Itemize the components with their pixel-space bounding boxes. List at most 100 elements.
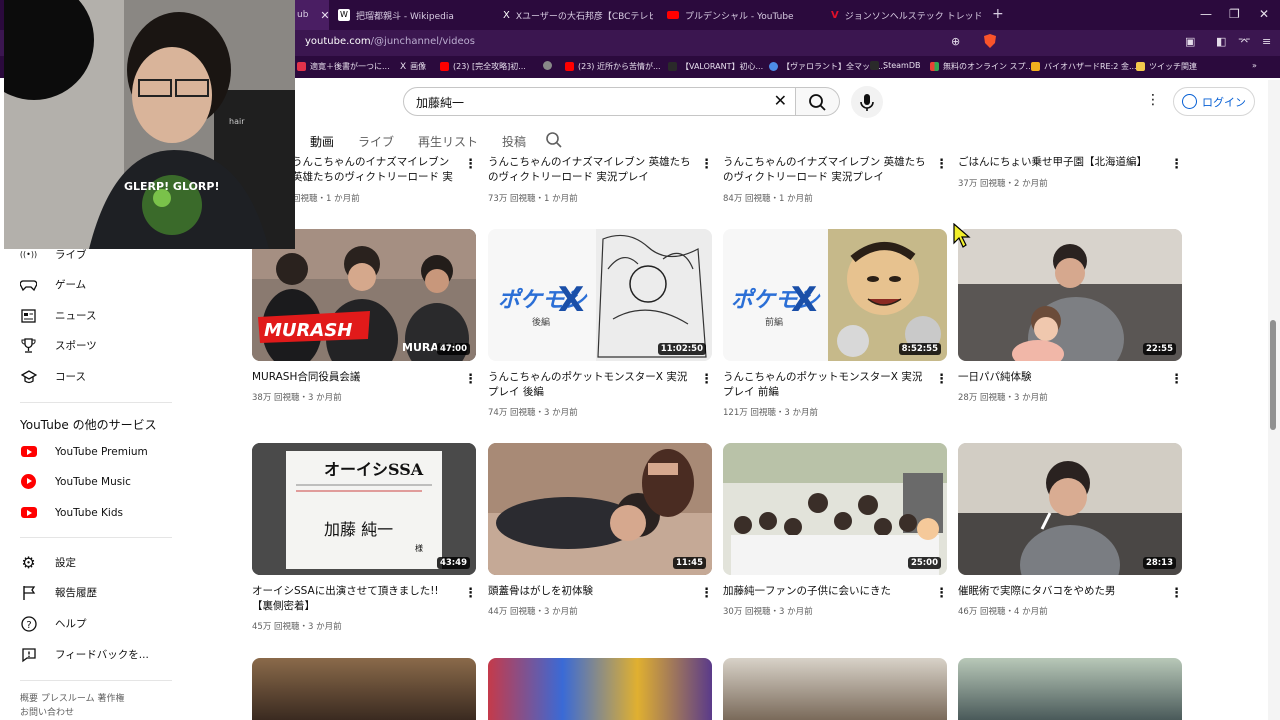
voice-search-button[interactable] bbox=[851, 86, 883, 118]
video-menu-icon[interactable]: ⋮ bbox=[464, 372, 477, 387]
video-title[interactable]: うんこちゃんのイナズマイレブン 英雄たちのヴィクトリーロード 実況プレイPart… bbox=[292, 155, 462, 185]
bookmark[interactable]: SteamDB bbox=[870, 61, 920, 70]
video-thumbnail[interactable]: 28:13 bbox=[958, 443, 1182, 575]
search-button[interactable] bbox=[796, 87, 840, 116]
sidebar-item-youtube-premium[interactable]: YouTube Premium bbox=[20, 443, 148, 460]
video-title[interactable]: ごはんにちょい乗せ甲子園【北海道編】 bbox=[958, 155, 1164, 170]
zoom-icon[interactable]: ⊕ bbox=[951, 35, 960, 48]
video-thumbnail[interactable]: 25:00 bbox=[723, 443, 947, 575]
bookmark[interactable]: 【ヴァロラント】全マップ... bbox=[769, 61, 886, 72]
new-tab-button[interactable]: + bbox=[992, 6, 1004, 22]
minimize-button[interactable]: — bbox=[1200, 7, 1212, 21]
search-box[interactable]: 加藤純一 ✕ bbox=[403, 87, 796, 116]
settings-menu-icon[interactable]: ⋮ bbox=[1146, 92, 1160, 108]
bookmark[interactable]: 適寛＋後書が一つに... bbox=[297, 61, 390, 72]
sidebar-item-feedback[interactable]: フィードバックを... bbox=[20, 646, 149, 663]
tab-playlists[interactable]: 再生リスト bbox=[418, 133, 478, 150]
video-thumbnail[interactable]: 11:45 bbox=[488, 443, 712, 575]
video-title[interactable]: 一日パパ純体験 bbox=[958, 370, 1164, 385]
video-thumbnail[interactable] bbox=[958, 658, 1182, 720]
more-bookmarks-icon[interactable]: » bbox=[1252, 61, 1257, 70]
video-menu-icon[interactable]: ⋮ bbox=[700, 586, 713, 601]
extensions-icon[interactable]: ▣ bbox=[1185, 35, 1195, 48]
close-window-button[interactable]: ✕ bbox=[1259, 7, 1269, 21]
video-thumbnail[interactable]: ポケモン X 後編 11:02:50 bbox=[488, 229, 712, 361]
footer-links[interactable]: 概要 プレスルーム 著作権 bbox=[20, 691, 124, 704]
bookmark[interactable]: バイオハザードRE:2 金... bbox=[1031, 61, 1137, 72]
menu-icon[interactable]: ≡ bbox=[1262, 35, 1271, 48]
youtube-kids-icon bbox=[20, 504, 37, 521]
browser-tab[interactable]: W 把瑠都親斗 - Wikipedia bbox=[338, 0, 488, 30]
browser-tab[interactable]: V ジョンソンヘルステック トレッドミル 業務用 bbox=[831, 0, 981, 30]
video-title[interactable]: うんこちゃんのポケットモンスターX 実況プレイ 後編 bbox=[488, 370, 694, 400]
bookmark[interactable]: (23) [完全攻略]初... bbox=[440, 61, 526, 72]
sidebar-item-news[interactable]: ニュース bbox=[20, 307, 96, 324]
restore-button[interactable]: ❐ bbox=[1229, 7, 1240, 21]
search-input[interactable]: 加藤純一 bbox=[416, 94, 464, 111]
tab-live[interactable]: ライブ bbox=[358, 133, 394, 150]
bookmark[interactable]: X 画像 bbox=[400, 61, 426, 72]
video-thumbnail[interactable] bbox=[252, 658, 476, 720]
url-text[interactable]: youtube.com/@junchannel/videos bbox=[305, 36, 475, 47]
video-title[interactable]: うんこちゃんのポケットモンスターX 実況プレイ 前編 bbox=[723, 370, 929, 400]
scrollbar-thumb[interactable] bbox=[1270, 320, 1276, 430]
sidebar-item-settings[interactable]: ⚙ 設定 bbox=[20, 553, 76, 572]
video-title[interactable]: うんこちゃんのイナズマイレブン 英雄たちのヴィクトリーロード 実況プレイPart… bbox=[723, 155, 929, 185]
sidebar-toggle-icon[interactable]: ◧ bbox=[1216, 35, 1226, 48]
browser-tab[interactable]: X Xユーザーの大石邦彦【CBCテレビ解説委 bbox=[503, 0, 653, 30]
bookmark[interactable]: 無料のオンライン スプ... bbox=[930, 61, 1033, 72]
video-thumbnail[interactable]: オーイシSSA 加藤 純一 様 43:49 bbox=[252, 443, 476, 575]
sidebar-item-report-history[interactable]: 報告履歴 bbox=[20, 584, 97, 601]
browser-tab[interactable]: プルデンシャル - YouTube bbox=[667, 0, 817, 30]
browser-tab[interactable]: ub ✕ bbox=[295, 0, 329, 30]
video-title[interactable]: うんこちゃんのイナズマイレブン 英雄たちのヴィクトリーロード 実況プレイPart… bbox=[488, 155, 694, 185]
video-menu-icon[interactable]: ⋮ bbox=[1170, 372, 1183, 387]
video-meta: 74万 回視聴・3 か月前 bbox=[488, 408, 578, 418]
close-tab-icon[interactable]: ✕ bbox=[320, 9, 329, 22]
video-thumbnail[interactable] bbox=[723, 658, 947, 720]
profile-icon[interactable]: ⌤ bbox=[1238, 35, 1251, 48]
sidebar-item-youtube-kids[interactable]: YouTube Kids bbox=[20, 504, 123, 521]
video-title[interactable]: MURASH合同役員会議 bbox=[252, 370, 458, 385]
bookmark[interactable]: 【VALORANT】初心... bbox=[668, 61, 763, 72]
video-menu-icon[interactable]: ⋮ bbox=[935, 372, 948, 387]
login-button[interactable]: ログイン bbox=[1173, 87, 1255, 116]
video-menu-icon[interactable]: ⋮ bbox=[935, 157, 948, 172]
sidebar-item-courses[interactable]: コース bbox=[20, 368, 86, 385]
brave-shield-icon[interactable] bbox=[982, 33, 998, 52]
video-menu-icon[interactable]: ⋮ bbox=[1170, 157, 1183, 172]
bookmark-label: (23) 近所から苦情が... bbox=[578, 62, 661, 71]
channel-search-icon[interactable] bbox=[545, 131, 563, 153]
tab-videos[interactable]: 動画 bbox=[310, 133, 334, 150]
tab-posts[interactable]: 投稿 bbox=[502, 133, 526, 150]
sidebar-item-help[interactable]: ? ヘルプ bbox=[20, 615, 87, 632]
video-title[interactable]: 催眠術で実際にタバコをやめた男 bbox=[958, 584, 1164, 599]
bookmark[interactable]: ツイッチ関連 bbox=[1136, 61, 1197, 72]
clear-search-icon[interactable]: ✕ bbox=[774, 91, 787, 110]
video-menu-icon[interactable]: ⋮ bbox=[464, 586, 477, 601]
video-title[interactable]: 加藤純一ファンの子供に会いにきた bbox=[723, 584, 929, 599]
tab-label: 把瑠都親斗 - Wikipedia bbox=[356, 11, 454, 22]
video-menu-icon[interactable]: ⋮ bbox=[464, 157, 477, 172]
bookmark-label: 画像 bbox=[410, 62, 427, 71]
sidebar-item-gaming[interactable]: ゲーム bbox=[20, 276, 86, 293]
video-thumbnail[interactable]: ポケモン X 前編 8:52:55 bbox=[723, 229, 947, 361]
video-menu-icon[interactable]: ⋮ bbox=[935, 586, 948, 601]
video-menu-icon[interactable]: ⋮ bbox=[700, 372, 713, 387]
video-thumbnail[interactable]: 22:55 bbox=[958, 229, 1182, 361]
tab-label: ジョンソンヘルステック トレッドミル 業務用 bbox=[844, 11, 981, 22]
sidebar-item-label: フィードバックを... bbox=[55, 649, 149, 661]
sidebar-item-youtube-music[interactable]: YouTube Music bbox=[20, 473, 131, 490]
video-title[interactable]: オーイシSSAに出演させて頂きました!!【裏側密着】 bbox=[252, 584, 458, 614]
video-title[interactable]: 頭蓋骨はがしを初体験 bbox=[488, 584, 694, 599]
footer-contact-link[interactable]: お問い合わせ bbox=[20, 705, 74, 718]
bookmark[interactable] bbox=[543, 61, 552, 70]
sidebar-item-label: スポーツ bbox=[55, 340, 97, 352]
video-menu-icon[interactable]: ⋮ bbox=[1170, 586, 1183, 601]
video-meta: 37万 回視聴・2 か月前 bbox=[958, 179, 1048, 189]
video-menu-icon[interactable]: ⋮ bbox=[700, 157, 713, 172]
sidebar-item-sports[interactable]: スポーツ bbox=[20, 337, 97, 354]
video-thumbnail[interactable] bbox=[488, 658, 712, 720]
thumb-subtitle: 後編 bbox=[532, 316, 550, 328]
bookmark[interactable]: (23) 近所から苦情が... bbox=[565, 61, 661, 72]
